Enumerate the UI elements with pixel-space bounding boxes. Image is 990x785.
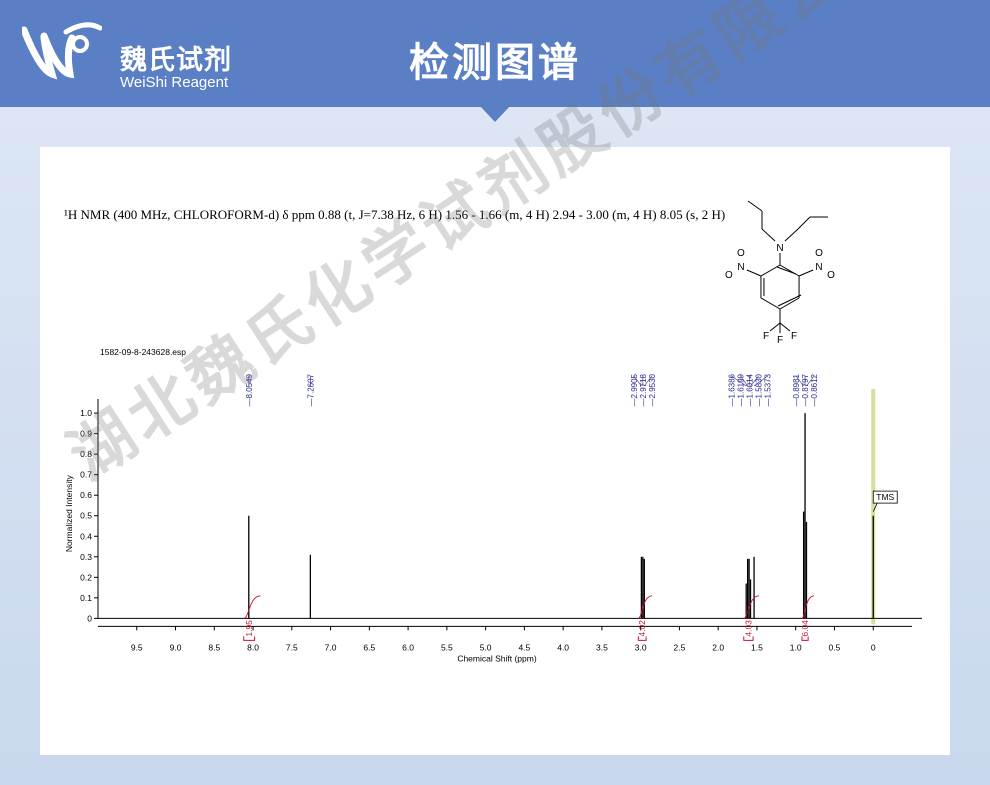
y-tick-label: 0.3	[80, 552, 92, 562]
x-tick-label: 4.5	[518, 642, 530, 652]
peak-label: —0.8981	[792, 373, 801, 406]
peak-label: —2.9905	[630, 373, 639, 406]
x-tick-label: 2.5	[674, 642, 686, 652]
y-tick-label: 0.2	[80, 572, 92, 582]
integration-value: 6.04	[800, 620, 810, 637]
peak-label: —0.8612	[810, 373, 819, 406]
structure-atom-f1: F	[763, 331, 769, 342]
x-tick-label: 1.0	[790, 642, 802, 652]
peak-label: —1.6014	[746, 373, 755, 406]
x-tick-label: 9.0	[170, 642, 182, 652]
page-title: 检测图谱	[409, 41, 581, 85]
y-tick-label: 0	[87, 613, 92, 623]
structure-bond	[777, 294, 802, 307]
x-tick-label: 8.5	[208, 642, 220, 652]
x-tick-label: 3.0	[635, 642, 647, 652]
structure-bond	[784, 228, 799, 242]
spectrum-panel: ¹H NMR (400 MHz, CHLOROFORM-d) δ ppm 0.8…	[40, 147, 950, 755]
structure-bond	[776, 266, 797, 275]
structure-atom-n: N	[776, 243, 783, 254]
molecule-structure: NNOONOOF F F	[725, 200, 835, 346]
integration-value: 4.02	[637, 620, 647, 637]
y-tick-label: 0.4	[80, 531, 92, 541]
x-tick-label: 5.0	[480, 642, 492, 652]
y-axis-title: Normalized Intensity	[64, 474, 74, 552]
x-tick-label: 8.0	[247, 642, 259, 652]
peak-label: —7.2607	[306, 373, 315, 406]
x-tick-label: 6.0	[402, 642, 414, 652]
y-tick-label: 0.5	[80, 511, 92, 521]
peak-label: —1.5373	[764, 373, 773, 406]
nmr-spectrum-chart: ¹H NMR (400 MHz, CHLOROFORM-d) δ ppm 0.8…	[64, 200, 922, 663]
structure-no2-right-o1: O	[815, 248, 823, 259]
y-tick-label: 0.7	[80, 470, 92, 480]
x-axis-title: Chemical Shift (ppm)	[457, 653, 537, 663]
header-bar: 魏氏试剂 WeiShi Reagent 检测图谱	[0, 0, 990, 107]
integration-curve	[243, 595, 261, 619]
structure-atom-f3: F	[791, 331, 797, 342]
integration-value: 1.95	[244, 620, 254, 637]
structure-bond	[769, 322, 781, 332]
x-tick-label: 1.5	[751, 642, 763, 652]
integration-curve	[638, 595, 653, 619]
structure-atom-f2: F	[777, 335, 783, 346]
y-tick-label: 0.6	[80, 490, 92, 500]
peak-label: —1.6199	[737, 373, 746, 406]
structure-no2-left-n: N	[737, 262, 744, 273]
structure-no2-right-o2: O	[827, 270, 835, 281]
structure-bond	[746, 269, 762, 277]
structure-no2-left-o2: O	[725, 270, 733, 281]
x-tick-label: 7.0	[325, 642, 337, 652]
y-tick-label: 1.0	[80, 408, 92, 418]
file-label: 1582-09-8-243628.esp	[100, 347, 186, 357]
x-tick-label: 0.5	[829, 642, 841, 652]
structure-no2-right-n: N	[815, 262, 822, 273]
structure-bond	[779, 264, 800, 277]
y-tick-label: 0.8	[80, 449, 92, 459]
structure-bond	[761, 228, 776, 242]
x-tick-label: 2.0	[712, 642, 724, 652]
structure-bond	[760, 297, 781, 310]
y-tick-label: 0.9	[80, 429, 92, 439]
x-tick-label: 3.5	[596, 642, 608, 652]
chart-title: ¹H NMR (400 MHz, CHLOROFORM-d) δ ppm 0.8…	[64, 207, 725, 222]
header-pointer	[480, 106, 510, 122]
structure-bond	[747, 200, 763, 212]
x-tick-label: 7.5	[286, 642, 298, 652]
integration-value: 4.03	[743, 620, 753, 637]
structure-bond	[798, 269, 814, 277]
x-tick-label: 5.5	[441, 642, 453, 652]
x-tick-label: 9.5	[131, 642, 143, 652]
structure-bond	[797, 216, 811, 230]
x-tick-label: 6.5	[363, 642, 375, 652]
peak-label: —8.0549	[245, 373, 254, 406]
structure-no2-left-o1: O	[737, 248, 745, 259]
peak-label: —2.9530	[648, 373, 657, 406]
peak-label: —0.8797	[801, 373, 810, 406]
x-tick-label: 4.0	[557, 642, 569, 652]
y-tick-label: 0.1	[80, 593, 92, 603]
structure-bond	[779, 322, 791, 332]
peak-label: —2.9718	[639, 373, 648, 406]
tms-label: TMS	[876, 492, 894, 502]
x-tick-label: 0	[871, 642, 876, 652]
peak-label: —1.5830	[755, 373, 764, 406]
